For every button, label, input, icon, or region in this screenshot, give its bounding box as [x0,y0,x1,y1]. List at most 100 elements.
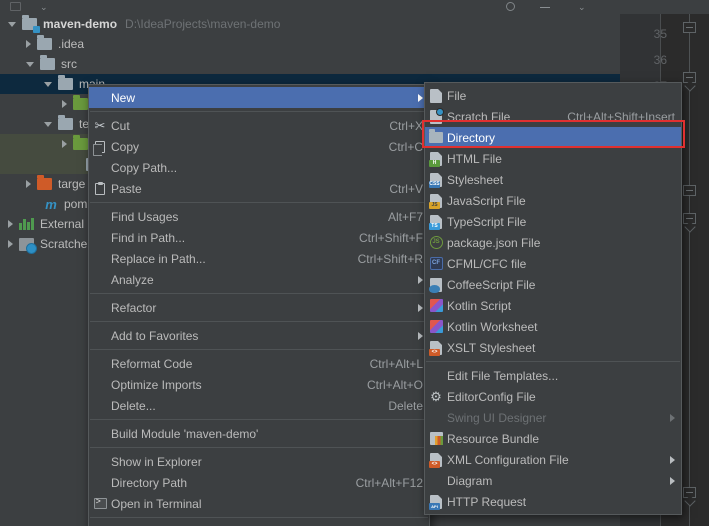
chevron-right-icon [418,93,423,102]
submenu-item-kotlin-script[interactable]: Kotlin Script [425,295,681,316]
menu-item-label: Add to Favorites [111,328,199,343]
menu-item-optimize-imports[interactable]: Optimize Imports Ctrl+Alt+O [89,374,429,395]
xslt-file-icon: <> [425,337,447,358]
submenu-item-label: TypeScript File [447,214,527,229]
submenu-item-html-file[interactable]: H HTML File [425,148,681,169]
toolbar-icon[interactable] [506,2,515,11]
submenu-item-label: Kotlin Worksheet [447,319,538,334]
menu-item-paste[interactable]: Paste Ctrl+V [89,178,429,199]
fold-marker[interactable] [683,72,696,83]
chevron-down-icon[interactable] [44,81,52,87]
submenu-item-label: CoffeeScript File [447,277,536,292]
menu-item-directory-path[interactable]: Directory Path Ctrl+Alt+F12 [89,472,429,493]
chevron-down-icon[interactable] [8,21,16,27]
submenu-item-xml-configuration-file[interactable]: <> XML Configuration File [425,449,681,470]
submenu-item-directory[interactable]: Directory [425,127,681,148]
submenu-item-http-request[interactable]: API HTTP Request [425,491,681,512]
menu-separator [90,321,428,322]
fold-marker[interactable] [683,22,696,33]
menu-item-reformat-code[interactable]: Reformat Code Ctrl+Alt+L [89,353,429,374]
chevron-down-icon[interactable] [26,61,34,67]
menu-item-show-in-explorer[interactable]: Show in Explorer [89,451,429,472]
submenu-item-edit-file-templates[interactable]: Edit File Templates... [425,365,681,386]
submenu-item-kotlin-worksheet[interactable]: Kotlin Worksheet [425,316,681,337]
menu-item-shortcut: Ctrl+V [389,181,423,196]
tree-item-src[interactable]: src [0,54,620,74]
source-folder-icon [73,135,88,150]
chevron-right-icon[interactable] [26,40,31,48]
menu-item-analyze[interactable]: Analyze [89,269,429,290]
fold-marker[interactable] [683,213,696,224]
new-submenu: File Scratch File Ctrl+Alt+Shift+Insert … [424,82,682,515]
chevron-right-icon[interactable] [62,140,67,148]
menu-icon-slot [89,521,111,526]
menu-item-add-to-favorites[interactable]: Add to Favorites [89,325,429,346]
submenu-item-coffeescript-file[interactable]: CoffeeScript File [425,274,681,295]
menu-item-label: Open in Terminal [111,496,202,511]
submenu-item-label: XML Configuration File [447,452,569,467]
chevron-down-icon[interactable] [44,121,52,127]
tree-item-label: targe [58,177,86,191]
fold-marker[interactable] [683,185,696,196]
menu-item-find-usages[interactable]: Find Usages Alt+F7 [89,206,429,227]
menu-item-new[interactable]: New [89,87,429,108]
menu-item-build-module[interactable]: Build Module 'maven-demo' [89,423,429,444]
chevron-down-icon[interactable]: ⌄ [578,3,586,12]
gear-icon: ⚙ [430,389,442,404]
menu-item-replace-in-path[interactable]: Replace in Path... Ctrl+Shift+R [89,248,429,269]
chevron-right-icon [670,455,675,464]
submenu-item-cfml-cfc-file[interactable]: CF CFML/CFC file [425,253,681,274]
chevron-right-icon[interactable] [62,100,67,108]
submenu-item-package-json-file[interactable]: JS package.json File [425,232,681,253]
xml-file-icon: <> [425,449,447,470]
chevron-right-icon[interactable] [26,180,31,188]
submenu-item-stylesheet[interactable]: CSS Stylesheet [425,169,681,190]
menu-item-shortcut: Ctrl+Alt+F12 [355,475,423,490]
menu-item-label: Optimize Imports [111,377,202,392]
menu-item-copy-path[interactable]: Copy Path... [89,157,429,178]
menu-item-open-in-terminal[interactable]: Open in Terminal [89,493,429,514]
file-icon [425,85,447,106]
submenu-item-file[interactable]: File [425,85,681,106]
menu-item-local-history[interactable]: Local History [89,521,429,526]
submenu-item-typescript-file[interactable]: TS TypeScript File [425,211,681,232]
javascript-file-icon: JS [425,190,447,211]
tree-item-idea[interactable]: .idea [0,34,620,54]
menu-item-find-in-path[interactable]: Find in Path... Ctrl+Shift+F [89,227,429,248]
tree-item-label: Scratche [40,237,88,251]
submenu-item-javascript-file[interactable]: JS JavaScript File [425,190,681,211]
chevron-right-icon[interactable] [8,220,13,228]
menu-item-refactor[interactable]: Refactor [89,297,429,318]
menu-separator [90,447,428,448]
menu-item-delete[interactable]: Delete... Delete [89,395,429,416]
menu-item-cut[interactable]: ✂ Cut Ctrl+X [89,115,429,136]
chevron-right-icon[interactable] [8,240,13,248]
toolbar-icon[interactable] [10,2,21,11]
chevron-down-icon[interactable]: ⌄ [40,3,48,12]
line-number: 35 [653,27,667,41]
submenu-item-diagram[interactable]: Diagram [425,470,681,491]
menu-item-shortcut: Ctrl+X [389,118,423,133]
submenu-item-resource-bundle[interactable]: Resource Bundle [425,428,681,449]
menu-item-copy[interactable]: Copy Ctrl+C [89,136,429,157]
submenu-item-scratch-file[interactable]: Scratch File Ctrl+Alt+Shift+Insert [425,106,681,127]
ide-window: 34 35 36 37 56 ⌄ ⌄ maven-demo D:\IdeaPro… [0,0,709,526]
submenu-item-xslt-stylesheet[interactable]: <> XSLT Stylesheet [425,337,681,358]
menu-icon-slot [89,206,111,227]
menu-icon-slot [89,248,111,269]
menu-icon-slot [89,374,111,395]
fold-marker[interactable] [683,487,696,498]
toolbar-icon[interactable] [540,7,550,8]
submenu-item-label: Scratch File [447,109,511,124]
menu-separator [90,349,428,350]
menu-icon-slot [89,87,111,108]
target-folder-icon [37,175,52,190]
menu-icon-slot [89,472,111,493]
tree-item-label: .idea [58,37,85,51]
menu-icon-slot [425,365,447,386]
submenu-item-editorconfig-file[interactable]: ⚙ EditorConfig File [425,386,681,407]
menu-item-shortcut: Ctrl+Alt+L [369,356,423,371]
tree-item-maven-demo[interactable]: maven-demo D:\IdeaProjects\maven-demo [0,14,620,34]
submenu-item-label: HTTP Request [447,494,527,509]
menu-separator [90,202,428,203]
